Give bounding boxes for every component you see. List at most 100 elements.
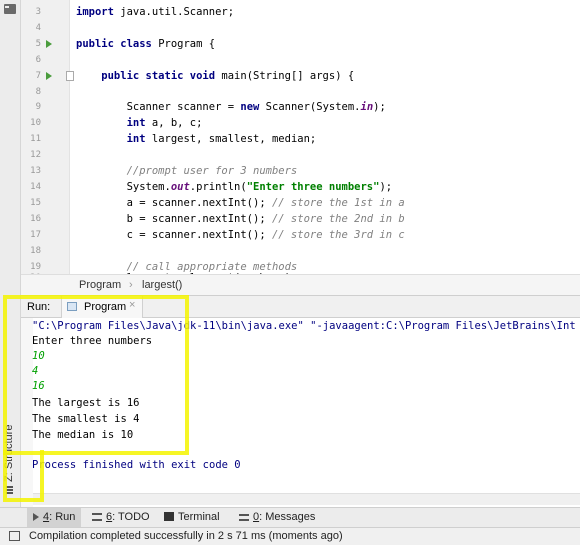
tool-tab-run[interactable]: 4: Run xyxy=(27,508,82,527)
run-gutter-icon[interactable] xyxy=(46,72,52,80)
code-text: import java.util.Scanner; xyxy=(76,4,234,20)
code-token: c = scanner.nextInt(); xyxy=(76,229,272,241)
line-number: 11 xyxy=(30,134,41,144)
code-token: b = scanner.nextInt(); xyxy=(76,213,272,225)
code-token: //prompt user for 3 numbers xyxy=(76,165,298,177)
code-token: in xyxy=(360,101,374,113)
highlight-box xyxy=(3,295,189,455)
line-number: 3 xyxy=(35,7,41,17)
code-line[interactable]: 13 //prompt user for 3 numbers xyxy=(21,163,580,179)
breadcrumb-method[interactable]: largest() xyxy=(142,279,182,291)
line-number: 6 xyxy=(35,55,41,65)
code-token: .println( xyxy=(189,181,247,193)
code-token: // store the 2nd in b xyxy=(271,213,405,225)
code-token: ); xyxy=(379,181,393,193)
code-token: a = scanner.nextInt(); xyxy=(76,197,272,209)
bottom-tool-tabs: 4: Run 6: TODO Terminal 0: Messages xyxy=(0,507,580,527)
line-number: 16 xyxy=(30,214,41,224)
code-line[interactable]: 11 int largest, smallest, median; xyxy=(21,131,580,147)
code-line[interactable]: 5 public class Program { xyxy=(21,36,580,52)
code-text: public static void main(String[] args) { xyxy=(76,68,354,84)
code-token: int xyxy=(126,117,152,129)
line-number: 5 xyxy=(35,39,41,49)
line-number: 17 xyxy=(30,230,41,240)
code-line[interactable]: 17 c = scanner.nextInt(); // store the 3… xyxy=(21,227,580,243)
code-token: out xyxy=(170,181,190,193)
tool-tab-todo-label: : TODO xyxy=(112,511,150,523)
console-process-finished: Process finished with exit code 0 xyxy=(32,459,241,471)
run-icon xyxy=(33,513,39,521)
status-bar: Compilation completed successfully in 2 … xyxy=(0,527,580,545)
breadcrumb-class[interactable]: Program xyxy=(79,279,121,291)
code-token: a, b, c; xyxy=(151,117,203,129)
status-window-icon[interactable] xyxy=(9,531,20,541)
code-line[interactable]: 9 Scanner scanner = new Scanner(System.i… xyxy=(21,99,580,115)
code-token: main(String[] args) { xyxy=(221,70,355,82)
code-text: c = scanner.nextInt(); // store the 3rd … xyxy=(76,227,405,243)
code-line[interactable]: 18 xyxy=(21,243,580,259)
fold-marker-icon[interactable] xyxy=(66,71,74,81)
line-number: 7 xyxy=(35,71,41,81)
code-token: ); xyxy=(373,101,386,113)
code-text: int largest, smallest, median; xyxy=(76,131,317,147)
tool-tab-messages-label: : Messages xyxy=(259,511,316,523)
code-editor[interactable]: 3 import java.util.Scanner; 4 5 public class… xyxy=(21,0,580,274)
code-line[interactable]: 4 xyxy=(21,20,580,36)
line-number: 15 xyxy=(30,198,41,208)
tool-tab-terminal[interactable]: Terminal xyxy=(158,508,226,527)
run-gutter-icon[interactable] xyxy=(46,40,52,48)
code-token: // store the 3rd in c xyxy=(271,229,405,241)
messages-icon xyxy=(239,514,249,521)
code-token: System. xyxy=(76,181,171,193)
line-number: 8 xyxy=(35,87,41,97)
code-text: System.out.println("Enter three numbers"… xyxy=(76,179,393,195)
code-line[interactable]: 8 xyxy=(21,84,580,100)
code-line[interactable]: 12 xyxy=(21,147,580,163)
todo-list-icon xyxy=(92,513,102,521)
line-number: 13 xyxy=(30,166,41,176)
code-token: "Enter three numbers" xyxy=(246,181,380,193)
code-line[interactable]: 14 System.out.println("Enter three numbe… xyxy=(21,179,580,195)
code-text: a = scanner.nextInt(); // store the 1st … xyxy=(76,195,405,211)
line-number: 10 xyxy=(30,118,41,128)
tool-tab-run-label: : Run xyxy=(49,511,76,523)
tool-tab-todo[interactable]: 6: TODO xyxy=(86,508,156,527)
line-number: 18 xyxy=(30,246,41,256)
code-line[interactable]: 6 xyxy=(21,52,580,68)
line-number: 9 xyxy=(35,102,41,112)
code-text: b = scanner.nextInt(); // store the 2nd … xyxy=(76,211,405,227)
code-token: public class xyxy=(76,38,159,50)
code-token: largest, smallest, median; xyxy=(151,133,317,145)
code-token: int xyxy=(126,133,152,145)
code-token: new xyxy=(240,101,266,113)
code-text: public class Program { xyxy=(76,36,215,52)
line-number: 4 xyxy=(35,23,41,33)
line-number: 14 xyxy=(30,182,41,192)
code-line[interactable]: 7 public static void main(String[] args)… xyxy=(21,68,580,84)
code-line[interactable]: 16 b = scanner.nextInt(); // store the 2… xyxy=(21,211,580,227)
code-token: Scanner scanner = xyxy=(76,101,241,113)
code-token: Program { xyxy=(158,38,216,50)
code-token: java.util.Scanner; xyxy=(120,6,235,18)
breadcrumb-separator: › xyxy=(129,279,133,291)
tool-tab-messages[interactable]: 0: Messages xyxy=(233,508,321,527)
tool-tab-terminal-label: Terminal xyxy=(178,511,220,523)
code-text: Scanner scanner = new Scanner(System.in)… xyxy=(76,99,386,115)
line-number: 12 xyxy=(30,150,41,160)
terminal-icon xyxy=(164,512,174,521)
project-folder-icon[interactable] xyxy=(4,4,16,14)
code-token: // store the 1st in a xyxy=(271,197,405,209)
code-text: int a, b, c; xyxy=(76,115,203,131)
code-text: //prompt user for 3 numbers xyxy=(76,163,298,179)
status-message: Compilation completed successfully in 2 … xyxy=(29,530,343,542)
code-line[interactable]: 15 a = scanner.nextInt(); // store the 1… xyxy=(21,195,580,211)
code-line[interactable]: 3 import java.util.Scanner; xyxy=(21,4,580,20)
code-token: import xyxy=(76,6,121,18)
console-horizontal-scrollbar[interactable] xyxy=(33,493,580,505)
breadcrumb: Program › largest() xyxy=(21,274,580,296)
code-token: public static void xyxy=(76,70,222,82)
code-line[interactable]: 10 int a, b, c; xyxy=(21,115,580,131)
highlight-box-tail xyxy=(3,450,44,502)
